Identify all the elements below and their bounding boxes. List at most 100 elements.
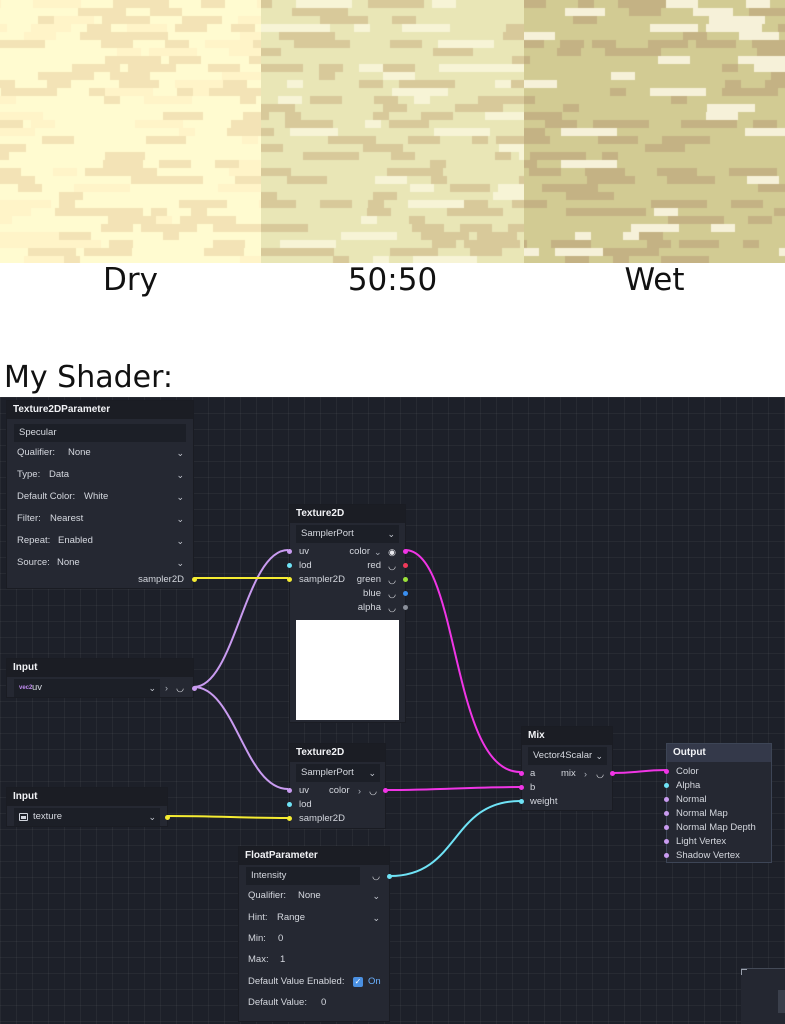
color-output-label: color [329, 785, 350, 796]
input-texture-node[interactable]: Input texture ⌄ [6, 787, 170, 827]
preview-toggle-icon[interactable]: ◡ [387, 559, 397, 573]
minimap-panel[interactable] [741, 968, 785, 1024]
hint-select[interactable]: Range ⌄ [274, 909, 384, 927]
type-select[interactable]: Data ⌄ [46, 466, 188, 484]
output-input-label: Alpha [676, 780, 701, 791]
chevron-down-icon: ⌄ [176, 536, 184, 546]
a-input-port[interactable] [519, 771, 524, 776]
color-output-port[interactable] [403, 549, 408, 554]
max-label: Max: [248, 954, 269, 965]
output-input-port[interactable] [664, 797, 669, 802]
output-input-port[interactable] [664, 769, 669, 774]
preview-toggle-icon[interactable]: ◡ [595, 767, 605, 781]
output-input-label: Shadow Vertex [676, 850, 740, 861]
output-input-port[interactable] [664, 783, 669, 788]
shader-graph-canvas[interactable]: Texture2DParameter Specular Qualifier: N… [0, 397, 785, 1024]
sampler2d-output-port[interactable] [192, 577, 197, 582]
wire-uv-to-texture-top[interactable] [193, 549, 289, 688]
b-input-port[interactable] [519, 785, 524, 790]
filter-select[interactable]: Nearest ⌄ [47, 510, 188, 528]
node-title: Texture2D [290, 744, 385, 762]
texture2d-parameter-node[interactable]: Texture2DParameter Specular Qualifier: N… [6, 400, 197, 589]
wire-uv-to-texture-bottom[interactable] [193, 686, 289, 790]
parameter-name-field[interactable]: Intensity [246, 867, 360, 885]
mix-node[interactable]: Mix Vector4Scalar ⌄ a b weight mix › ◡ [519, 726, 615, 811]
default-value-input[interactable]: 0 [318, 994, 384, 1012]
node-title: Input [7, 788, 167, 806]
output-input-label: Light Vertex [676, 836, 727, 847]
wire-texture-top-color-to-mix-a[interactable] [404, 549, 521, 773]
wire-intensity-to-mix-weight[interactable] [389, 800, 521, 877]
sampler2d-input-port[interactable] [287, 577, 292, 582]
swatch-50-50 [261, 0, 524, 263]
uv-input-label: uv [299, 785, 310, 796]
default-color-select[interactable]: White ⌄ [81, 488, 188, 506]
alpha-output-port[interactable] [403, 605, 408, 610]
chevron-down-icon: ⌄ [372, 913, 380, 923]
output-input-label: Color [676, 766, 699, 777]
input-uv-node[interactable]: Input vec2 uv ⌄ › ◡ [6, 658, 197, 698]
max-input[interactable]: 1 [277, 951, 384, 969]
uv-output-port[interactable] [192, 686, 197, 691]
chevron-down-icon: ⌄ [176, 514, 184, 524]
output-input-port[interactable] [664, 839, 669, 844]
default-value-enabled-checkbox[interactable]: ✓ [353, 977, 363, 987]
wire-texture-input-to-texture-bottom[interactable] [167, 815, 289, 819]
default-value-enabled-row: Default Value Enabled: ✓ On [248, 973, 384, 991]
min-row: Min: 0 [248, 930, 384, 948]
node-title: Input [7, 659, 193, 677]
preview-toggle-icon[interactable]: ◡ [387, 573, 397, 587]
mix-mode-select[interactable]: Vector4Scalar ⌄ [528, 747, 607, 765]
weight-input-port[interactable] [519, 799, 524, 804]
texture2d-node-bottom[interactable]: Texture2D SamplerPort ⌄ uv lod sampler2D … [287, 743, 388, 829]
a-input-label: a [530, 768, 536, 779]
scrollbar-handle[interactable] [778, 990, 785, 1013]
type-label: Type: [17, 469, 41, 480]
sampler2d-input-port[interactable] [287, 816, 292, 821]
parameter-name-field[interactable]: Specular [14, 424, 186, 442]
chevron-right-icon: › [358, 786, 361, 796]
chevron-right-icon: › [165, 683, 168, 693]
default-value-row: Default Value: 0 [248, 994, 384, 1012]
swatch-wet [524, 0, 785, 263]
color-output-port[interactable] [383, 788, 388, 793]
output-input-port[interactable] [664, 825, 669, 830]
mix-output-port[interactable] [610, 771, 615, 776]
output-input-port[interactable] [664, 853, 669, 858]
preview-toggle-icon[interactable]: ◡ [387, 587, 397, 601]
lod-input-port[interactable] [287, 563, 292, 568]
qualifier-select[interactable]: None ⌄ [64, 444, 188, 462]
preview-toggle-icon[interactable]: ◡ [387, 601, 397, 615]
lod-input-port[interactable] [287, 802, 292, 807]
sampler-port-select[interactable]: SamplerPort ⌄ [296, 764, 380, 782]
wire-mix-to-output-color[interactable] [611, 769, 668, 774]
chevron-right-icon: › [584, 769, 587, 779]
texture-output-port[interactable] [165, 815, 170, 820]
uv-input-port[interactable] [287, 788, 292, 793]
uv-input-port[interactable] [287, 549, 292, 554]
resize-corner-icon[interactable] [741, 969, 747, 975]
min-input[interactable]: 0 [275, 930, 384, 948]
blue-output-port[interactable] [403, 591, 408, 596]
qualifier-select[interactable]: None ⌄ [295, 887, 384, 905]
sampler-port-select[interactable]: SamplerPort ⌄ [296, 525, 399, 543]
source-select[interactable]: None ⌄ [54, 554, 188, 572]
qualifier-label: Qualifier: [248, 890, 287, 901]
output-input-port[interactable] [664, 811, 669, 816]
wire-texture-bottom-color-to-mix-b[interactable] [385, 786, 521, 791]
texture2d-node-top[interactable]: Texture2D SamplerPort ⌄ uv lod sampler2D … [287, 504, 408, 723]
filter-row: Filter: Nearest ⌄ [17, 510, 187, 528]
node-title: Mix [522, 727, 612, 745]
repeat-select[interactable]: Enabled ⌄ [55, 532, 188, 550]
input-uv-select[interactable]: vec2 uv ⌄ [14, 679, 160, 697]
preview-toggle-icon[interactable]: ◡ [371, 869, 381, 883]
preview-toggle-icon[interactable]: ◡ [368, 784, 378, 798]
eye-icon[interactable]: ◉ [387, 545, 397, 559]
float-output-port[interactable] [387, 874, 392, 879]
preview-toggle-icon[interactable]: ◡ [175, 681, 185, 695]
output-node[interactable]: Output Color Alpha Normal Normal Map Normal … [664, 743, 772, 863]
green-output-port[interactable] [403, 577, 408, 582]
float-parameter-node[interactable]: FloatParameter Intensity ◡ Qualifier: No… [238, 846, 392, 1022]
input-texture-select[interactable]: texture ⌄ [14, 808, 160, 826]
red-output-port[interactable] [403, 563, 408, 568]
